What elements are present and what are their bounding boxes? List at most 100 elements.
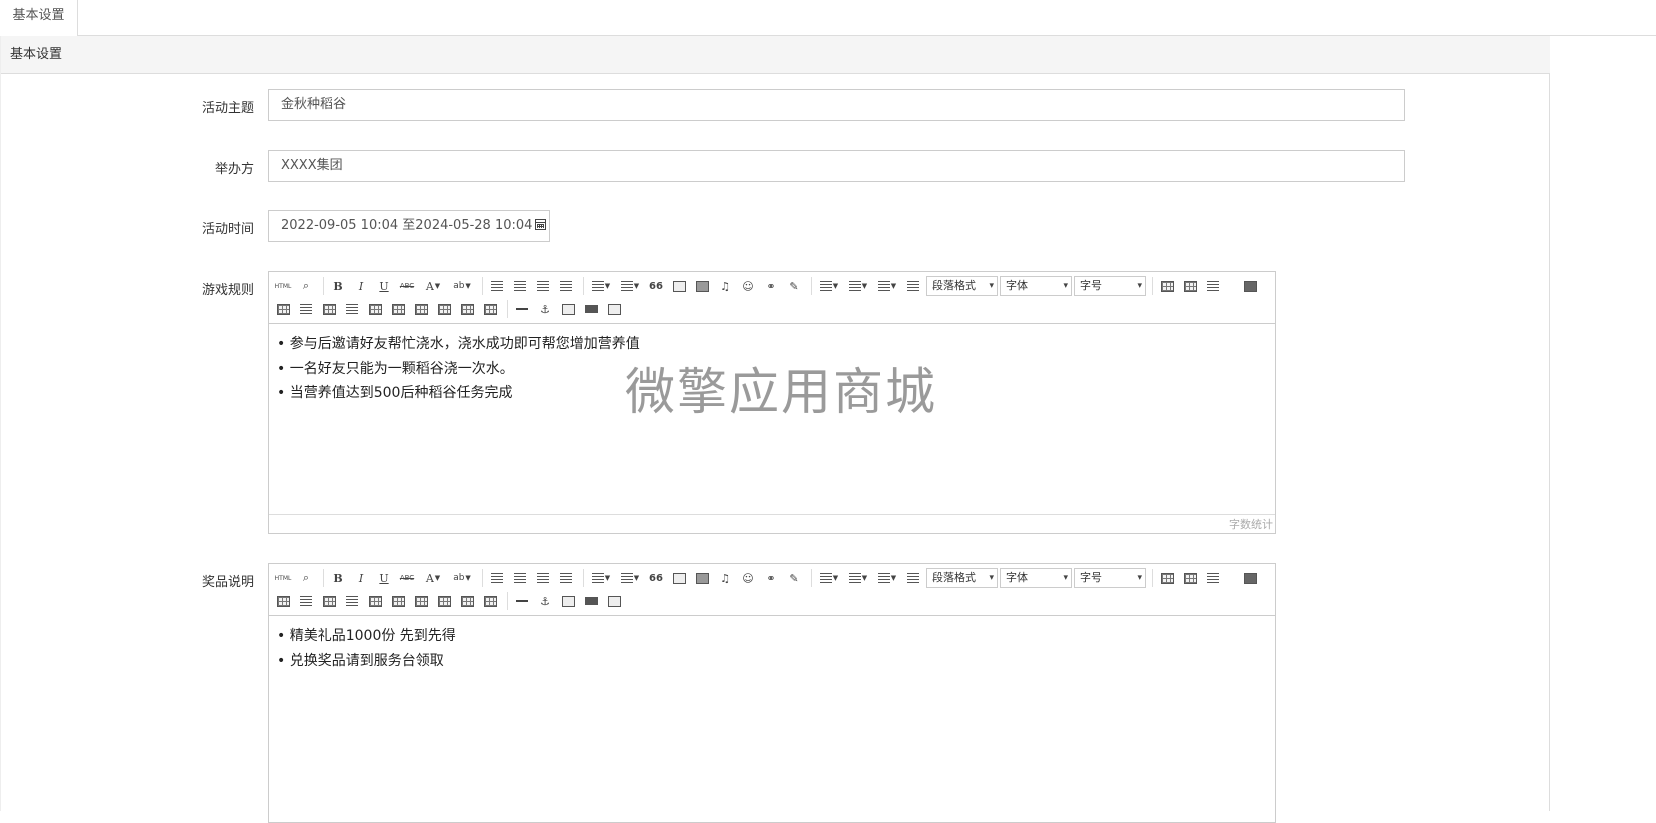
date-icon[interactable] — [558, 591, 578, 611]
bold-button[interactable]: B — [328, 568, 348, 588]
delete-row-icon[interactable] — [296, 299, 316, 319]
link-icon[interactable]: ⚭ — [761, 568, 781, 588]
horizontal-rule-icon[interactable] — [512, 299, 532, 319]
eraser-icon[interactable]: ✎ — [784, 568, 804, 588]
font-size-select[interactable]: 字号 — [1074, 276, 1146, 296]
tab-basic-settings[interactable]: 基本设置 — [0, 0, 78, 36]
align-justify-icon[interactable] — [556, 568, 576, 588]
fullscreen-icon[interactable] — [1240, 568, 1260, 588]
date-icon[interactable] — [558, 299, 578, 319]
row-spacing-bottom-icon[interactable]: ▼ — [874, 568, 900, 588]
ordered-list-icon[interactable]: ▼ — [588, 276, 614, 296]
bg-color-button[interactable]: ab ▼ — [449, 568, 475, 588]
font-color-button[interactable]: A ▼ — [420, 568, 446, 588]
emotion-icon[interactable]: ☺ — [738, 568, 758, 588]
bg-color-button[interactable]: ab ▼ — [449, 276, 475, 296]
link-icon[interactable]: ⚭ — [761, 276, 781, 296]
prize-editor[interactable]: HTML ⌕ B I U ABC A ▼ ab ▼ ▼ ▼ 66 ♫ ☺ ⚭ ✎ ▼ — [268, 563, 1276, 823]
bold-button[interactable]: B — [328, 276, 348, 296]
row-spacing-bottom-icon[interactable]: ▼ — [874, 276, 900, 296]
quote-icon[interactable]: 66 — [646, 276, 666, 296]
anchor-icon[interactable]: ⚓ — [535, 591, 555, 611]
table-icon[interactable] — [1157, 568, 1177, 588]
insert-title-icon[interactable] — [1203, 568, 1223, 588]
split-rows-icon[interactable] — [457, 299, 477, 319]
insert-row-icon[interactable] — [273, 299, 293, 319]
underline-button[interactable]: U — [374, 568, 394, 588]
align-center-icon[interactable] — [510, 276, 530, 296]
font-color-button[interactable]: A ▼ — [420, 276, 446, 296]
table-props-icon[interactable] — [1180, 568, 1200, 588]
anchor-icon[interactable]: ⚓ — [535, 299, 555, 319]
html-button[interactable]: HTML — [273, 568, 293, 588]
align-right-icon[interactable] — [533, 276, 553, 296]
print-icon[interactable] — [581, 299, 601, 319]
row-spacing-top-icon[interactable]: ▼ — [845, 568, 871, 588]
print-icon[interactable] — [581, 591, 601, 611]
insert-title-icon[interactable] — [1203, 276, 1223, 296]
paste-icon[interactable] — [604, 299, 624, 319]
quote-icon[interactable]: 66 — [646, 568, 666, 588]
merge-cells-icon[interactable] — [365, 299, 385, 319]
time-range-input[interactable]: 2022-09-05 10:04 至2024-05-28 10:04 — [268, 210, 550, 242]
font-family-select[interactable]: 字体 — [1000, 568, 1072, 588]
merge-down-icon[interactable] — [411, 591, 431, 611]
paragraph-format-select[interactable]: 段落格式 — [926, 276, 998, 296]
insert-col-icon[interactable] — [319, 299, 339, 319]
delete-col-icon[interactable] — [342, 591, 362, 611]
search-icon[interactable]: ⌕ — [296, 276, 316, 296]
italic-button[interactable]: I — [351, 568, 371, 588]
paragraph-format-select[interactable]: 段落格式 — [926, 568, 998, 588]
line-height-icon[interactable]: ▼ — [816, 276, 842, 296]
insert-col-icon[interactable] — [319, 591, 339, 611]
align-center-icon[interactable] — [510, 568, 530, 588]
image-icon[interactable] — [669, 568, 689, 588]
horizontal-rule-icon[interactable] — [512, 591, 532, 611]
video-icon[interactable] — [692, 276, 712, 296]
prize-content[interactable]: 精美礼品1000份 先到先得 兑换奖品请到服务台领取 — [269, 616, 1275, 681]
align-right-icon[interactable] — [533, 568, 553, 588]
search-icon[interactable]: ⌕ — [296, 568, 316, 588]
table-icon[interactable] — [1157, 276, 1177, 296]
emotion-icon[interactable]: ☺ — [738, 276, 758, 296]
strikethrough-button[interactable]: ABC — [397, 568, 417, 588]
line-height-icon[interactable]: ▼ — [816, 568, 842, 588]
split-cols-icon[interactable] — [480, 299, 500, 319]
table-props-icon[interactable] — [1180, 276, 1200, 296]
merge-cells-icon[interactable] — [365, 591, 385, 611]
indent-icon[interactable] — [903, 568, 923, 588]
font-size-select[interactable]: 字号 — [1074, 568, 1146, 588]
split-cells-icon[interactable] — [434, 591, 454, 611]
strikethrough-button[interactable]: ABC — [397, 276, 417, 296]
music-icon[interactable]: ♫ — [715, 568, 735, 588]
underline-button[interactable]: U — [374, 276, 394, 296]
split-cells-icon[interactable] — [434, 299, 454, 319]
align-justify-icon[interactable] — [556, 276, 576, 296]
insert-row-icon[interactable] — [273, 591, 293, 611]
music-icon[interactable]: ♫ — [715, 276, 735, 296]
merge-right-icon[interactable] — [388, 299, 408, 319]
theme-input[interactable]: 金秋种稻谷 — [268, 89, 1405, 121]
image-icon[interactable] — [669, 276, 689, 296]
video-icon[interactable] — [692, 568, 712, 588]
font-family-select[interactable]: 字体 — [1000, 276, 1072, 296]
merge-right-icon[interactable] — [388, 591, 408, 611]
italic-button[interactable]: I — [351, 276, 371, 296]
unordered-list-icon[interactable]: ▼ — [617, 276, 643, 296]
organizer-input[interactable]: XXXX集团 — [268, 150, 1405, 182]
split-rows-icon[interactable] — [457, 591, 477, 611]
row-spacing-top-icon[interactable]: ▼ — [845, 276, 871, 296]
delete-col-icon[interactable] — [342, 299, 362, 319]
align-left-icon[interactable] — [487, 276, 507, 296]
eraser-icon[interactable]: ✎ — [784, 276, 804, 296]
split-cols-icon[interactable] — [480, 591, 500, 611]
delete-row-icon[interactable] — [296, 591, 316, 611]
paste-icon[interactable] — [604, 591, 624, 611]
indent-icon[interactable] — [903, 276, 923, 296]
merge-down-icon[interactable] — [411, 299, 431, 319]
html-button[interactable]: HTML — [273, 276, 293, 296]
unordered-list-icon[interactable]: ▼ — [617, 568, 643, 588]
align-left-icon[interactable] — [487, 568, 507, 588]
ordered-list-icon[interactable]: ▼ — [588, 568, 614, 588]
fullscreen-icon[interactable] — [1240, 276, 1260, 296]
